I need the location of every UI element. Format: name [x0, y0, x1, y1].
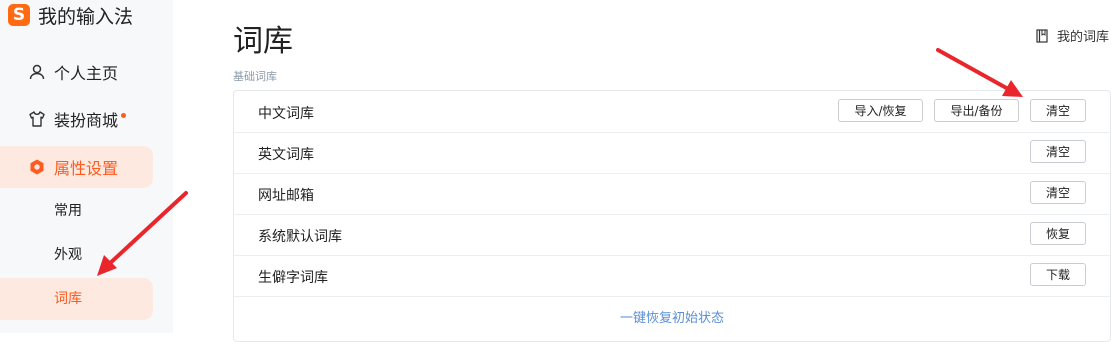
- app-title: 我的输入法: [38, 5, 134, 28]
- clear-button[interactable]: 清空: [1030, 140, 1086, 163]
- row-label: 生僻字词库: [258, 270, 328, 286]
- sidebar-item-settings[interactable]: 属性设置: [28, 147, 118, 187]
- tshirt-icon: [28, 110, 46, 128]
- clear-button[interactable]: 清空: [1030, 99, 1086, 122]
- sidebar-item-profile[interactable]: 个人主页: [28, 52, 118, 92]
- row-label: 系统默认词库: [258, 229, 342, 245]
- row-label: 网址邮箱: [258, 188, 314, 204]
- sidebar-item-label: 装扮商城: [54, 111, 119, 130]
- sidebar-item-label: 属性设置: [54, 159, 119, 178]
- book-icon: [1035, 28, 1049, 43]
- notification-dot: [121, 112, 127, 118]
- sogou-logo-icon: S: [8, 4, 30, 26]
- table-row: 生僻字词库 下载: [234, 255, 1110, 297]
- settings-hex-icon: [28, 158, 46, 176]
- sub-item-appearance[interactable]: 外观: [54, 245, 82, 265]
- row-label: 英文词库: [258, 147, 314, 163]
- sidebar-item-label: 个人主页: [54, 64, 119, 83]
- table-row: 中文词库 导入/恢复 导出/备份 清空: [234, 91, 1110, 133]
- section-label: 基础词库: [233, 70, 277, 83]
- table-row: 系统默认词库 恢复: [234, 214, 1110, 256]
- export-backup-button[interactable]: 导出/备份: [934, 99, 1019, 122]
- sub-item-dictionary[interactable]: 词库: [54, 289, 82, 309]
- row-label: 中文词库: [258, 106, 314, 122]
- my-dictionary-label: 我的词库: [1056, 30, 1109, 45]
- reset-all-link[interactable]: 一键恢复初始状态: [234, 307, 1110, 326]
- table-row: 英文词库 清空: [234, 132, 1110, 174]
- brand: S 我的输入法: [8, 2, 133, 28]
- sub-item-common[interactable]: 常用: [54, 201, 82, 221]
- dictionary-panel: 中文词库 导入/恢复 导出/备份 清空 英文词库 清空 网址邮箱 清空 系统默认…: [233, 90, 1111, 342]
- sidebar-item-skin-store[interactable]: 装扮商城: [28, 99, 127, 139]
- table-row: 网址邮箱 清空: [234, 173, 1110, 215]
- user-icon: [28, 63, 46, 81]
- sidebar: S 我的输入法 个人主页 装扮商城 属性设置 常用 外观 词库: [0, 0, 173, 333]
- import-restore-button[interactable]: 导入/恢复: [838, 99, 923, 122]
- restore-button[interactable]: 恢复: [1030, 222, 1086, 245]
- clear-button[interactable]: 清空: [1030, 181, 1086, 204]
- my-dictionary-link[interactable]: 我的词库: [1035, 26, 1109, 45]
- download-button[interactable]: 下载: [1030, 263, 1086, 286]
- page-title: 词库: [233, 24, 293, 59]
